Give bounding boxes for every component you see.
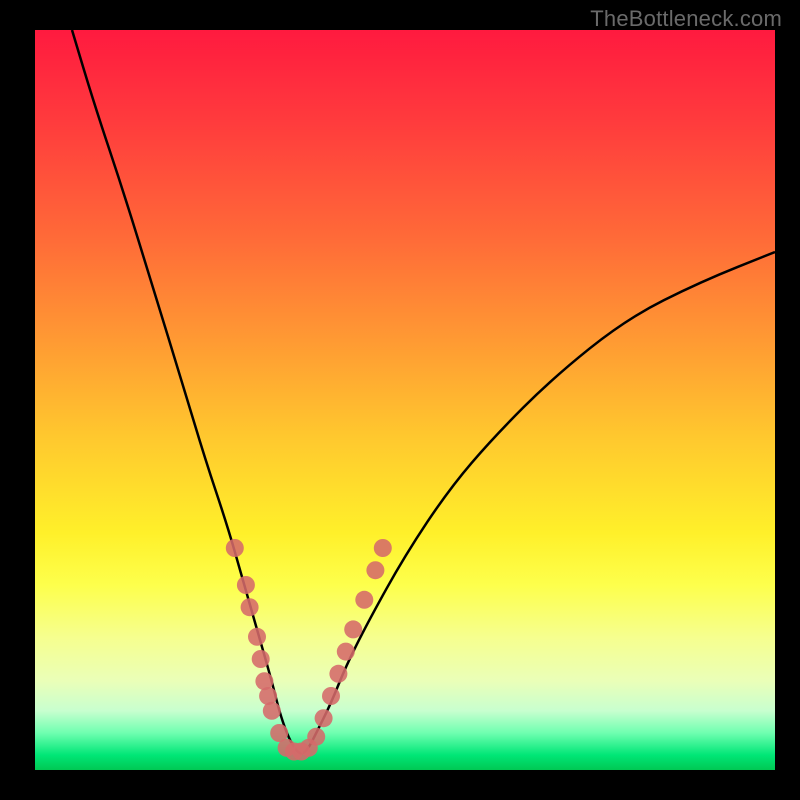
curve-marker [248,628,266,646]
marker-group [226,539,392,761]
curve-marker [315,709,333,727]
outer-frame: TheBottleneck.com [0,0,800,800]
curve-marker [307,728,325,746]
curve-marker [226,539,244,557]
plot-area [35,30,775,770]
curve-marker [344,620,362,638]
curve-marker [263,702,281,720]
curve-marker [355,591,373,609]
curve-marker [241,598,259,616]
attribution-text: TheBottleneck.com [590,6,782,32]
chart-svg [35,30,775,770]
curve-marker [329,665,347,683]
curve-marker [366,561,384,579]
bottleneck-curve [72,30,775,753]
curve-marker [252,650,270,668]
curve-marker [237,576,255,594]
curve-marker [374,539,392,557]
curve-marker [322,687,340,705]
curve-marker [337,643,355,661]
